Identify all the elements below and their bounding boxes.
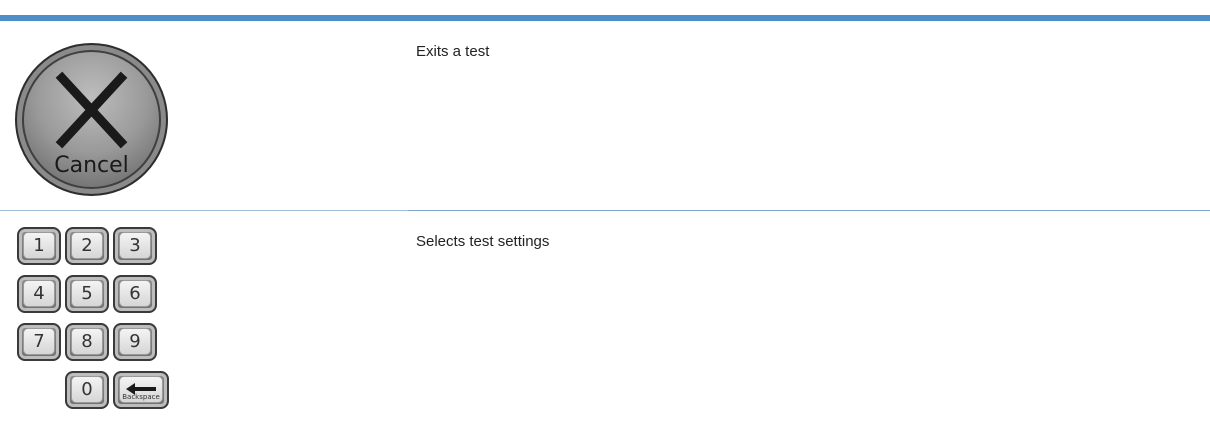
- key-backspace: Backspace: [113, 371, 169, 409]
- table-row-cancel: Cancel Exits a test: [0, 21, 1210, 211]
- icon-cell: Cancel: [0, 21, 408, 211]
- key-4: 4: [17, 275, 61, 313]
- backspace-label: Backspace: [122, 393, 160, 401]
- key-2: 2: [65, 227, 109, 265]
- key-6: 6: [113, 275, 157, 313]
- key-8: 8: [65, 323, 109, 361]
- table-row-keypad: 1 2 3 4 5 6 7 8 9 0 Backspace Selects te…: [0, 211, 1210, 440]
- description-cell: Selects test settings: [410, 211, 1190, 440]
- cancel-icon: Cancel: [15, 43, 168, 196]
- description-cell: Exits a test: [410, 21, 1190, 211]
- key-7: 7: [17, 323, 61, 361]
- numeric-keypad-icon: 1 2 3 4 5 6 7 8 9 0 Backspace: [17, 227, 217, 437]
- key-1: 1: [17, 227, 61, 265]
- key-0: 0: [65, 371, 109, 409]
- page: Cancel Exits a test 1 2 3 4 5 6 7 8 9 0: [0, 0, 1210, 440]
- description-text: Selects test settings: [416, 233, 550, 250]
- key-3: 3: [113, 227, 157, 265]
- key-5: 5: [65, 275, 109, 313]
- icon-cell: 1 2 3 4 5 6 7 8 9 0 Backspace: [0, 211, 408, 440]
- description-text: Exits a test: [416, 43, 490, 60]
- key-9: 9: [113, 323, 157, 361]
- cancel-label: Cancel: [54, 153, 129, 178]
